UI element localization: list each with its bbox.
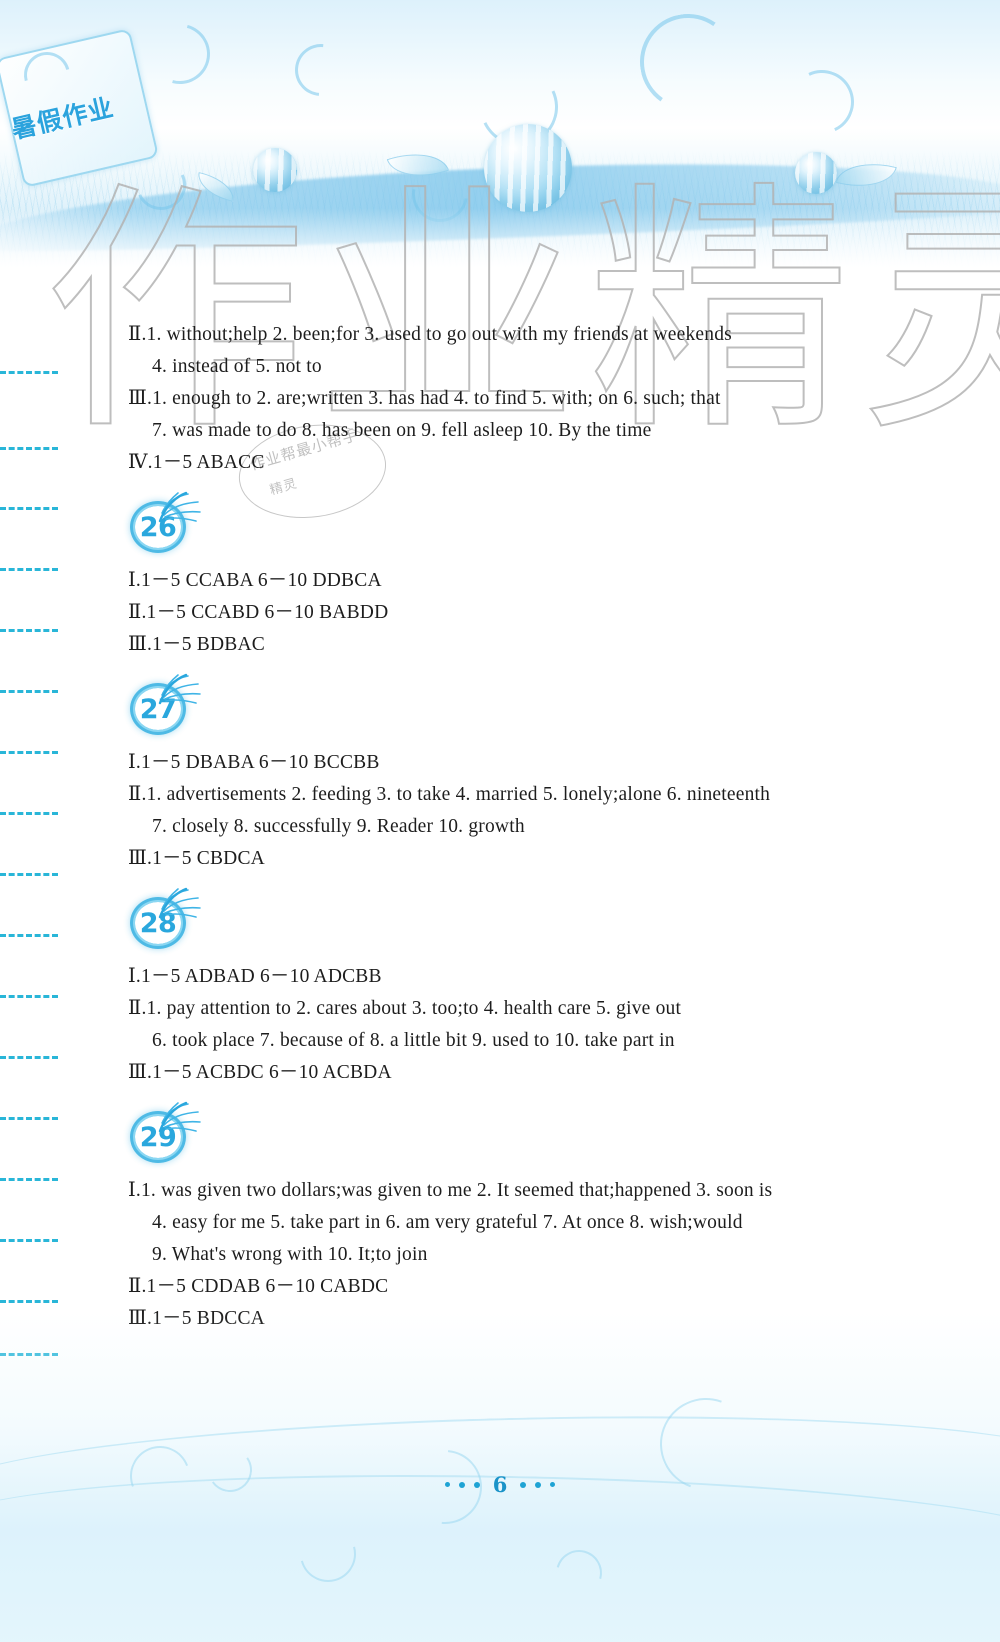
footer-dot-icon bbox=[535, 1481, 542, 1488]
footer-dot-icon bbox=[444, 1482, 450, 1487]
day-badge-number: 28 bbox=[139, 907, 177, 939]
answer-line: Ⅲ.1. enough to 2. are;written 3. has had… bbox=[128, 388, 721, 409]
day-badge-28: 28 bbox=[130, 887, 201, 951]
answer-line: Ⅱ.1. pay attention to 2. cares about 3. … bbox=[128, 998, 682, 1019]
answer-line: Ⅰ.1－5 CCABA 6－10 DDBCA bbox=[128, 570, 382, 591]
answer-line: Ⅲ.1－5 CBDCA bbox=[128, 848, 265, 869]
day-badge-number: 26 bbox=[139, 511, 177, 543]
answer-line: 6. took place 7. because of 8. a little … bbox=[152, 1030, 675, 1051]
answer-line: Ⅰ.1－5 ADBAD 6－10 ADCBB bbox=[128, 966, 382, 987]
answer-line: Ⅰ.1. was given two dollars;was given to … bbox=[128, 1180, 773, 1201]
answer-line: Ⅳ.1－5 ABACC bbox=[128, 452, 265, 473]
page-number: 6 bbox=[492, 1472, 508, 1497]
answer-line: 7. closely 8. successfully 9. Reader 10.… bbox=[152, 816, 525, 837]
footer-dot-icon bbox=[473, 1481, 480, 1488]
answer-key-page: 暑假作业 作业精灵 作业帮最小帮手 精灵 Ⅱ.1. without;help 2… bbox=[0, 0, 1000, 1642]
answer-line: 9. What's wrong with 10. It;to join bbox=[152, 1244, 428, 1265]
footer-dot-icon bbox=[550, 1482, 556, 1487]
day-badge-number: 29 bbox=[139, 1121, 177, 1153]
answer-line: Ⅱ.1. advertisements 2. feeding 3. to tak… bbox=[128, 784, 771, 805]
answer-line: Ⅱ.1－5 CCABD 6－10 BABDD bbox=[128, 602, 389, 623]
day-badge-26: 26 bbox=[130, 491, 201, 555]
day-badge-29: 29 bbox=[130, 1101, 201, 1165]
footer-dot-icon bbox=[520, 1481, 527, 1488]
answer-line: 7. was made to do 8. has been on 9. fell… bbox=[152, 420, 652, 441]
day-badge-27: 27 bbox=[130, 673, 201, 737]
answer-line: Ⅲ.1－5 ACBDC 6－10 ACBDA bbox=[128, 1062, 392, 1083]
day-badge-number: 27 bbox=[139, 693, 177, 725]
page-footer: 6 bbox=[0, 1474, 1000, 1495]
answer-line: Ⅰ.1－5 DBABA 6－10 BCCBB bbox=[128, 752, 380, 773]
answer-line: Ⅱ.1－5 CDDAB 6－10 CABDC bbox=[128, 1276, 389, 1297]
answer-line: 4. instead of 5. not to bbox=[152, 356, 322, 377]
answer-line: Ⅱ.1. without;help 2. been;for 3. used to… bbox=[128, 324, 732, 345]
answer-line: Ⅲ.1－5 BDBAC bbox=[128, 634, 265, 655]
footer-dot-icon bbox=[458, 1481, 465, 1488]
answer-line: 4. easy for me 5. take part in 6. am ver… bbox=[152, 1212, 743, 1233]
